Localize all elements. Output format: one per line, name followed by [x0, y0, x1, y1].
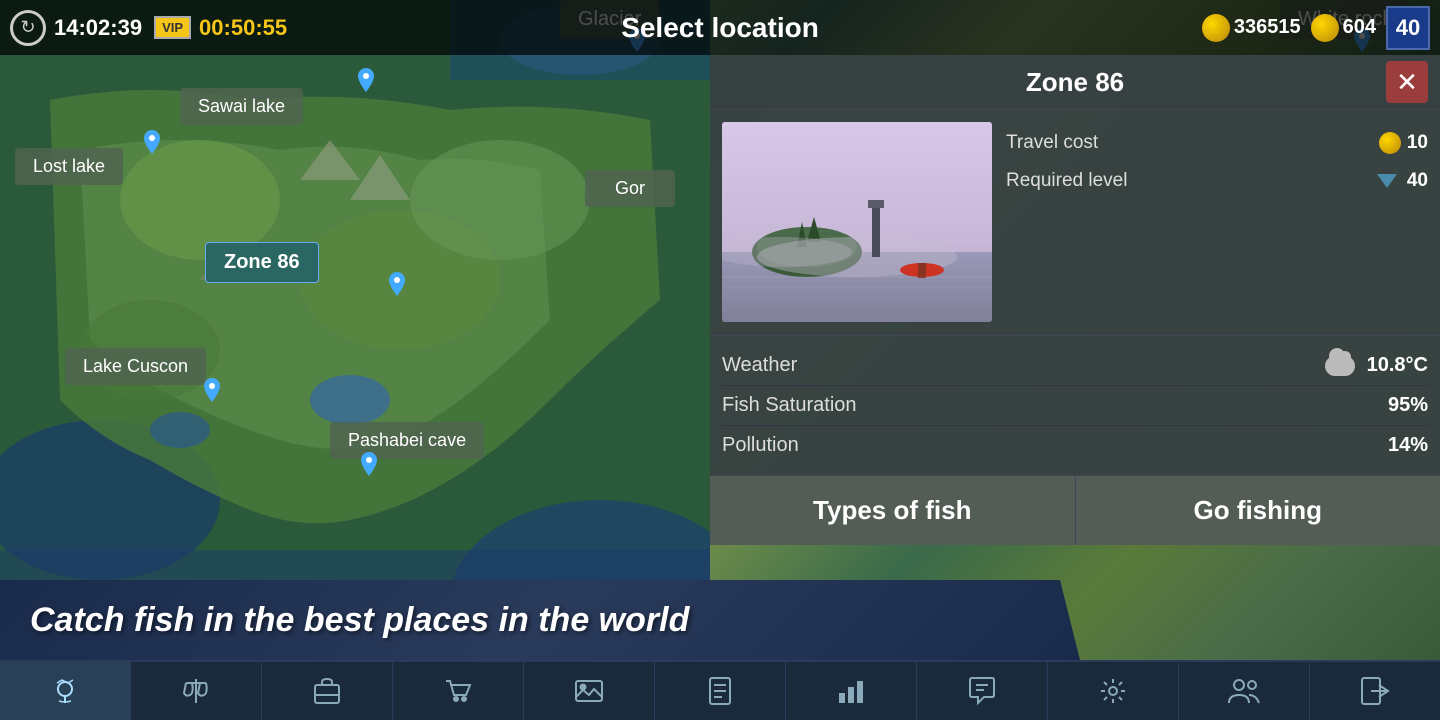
fish-saturation-label: Fish Saturation [722, 394, 857, 417]
nav-settings[interactable] [1048, 662, 1179, 720]
travel-cost-value: 10 [1379, 132, 1428, 154]
nav-gallery-icon [573, 675, 605, 707]
required-level-value: 40 [1377, 170, 1428, 192]
pin-zone86 [385, 272, 409, 304]
nav-stats-icon [835, 675, 867, 707]
time-display: 14:02:39 [54, 15, 142, 41]
pin-lost-lake [140, 130, 164, 162]
go-fishing-button[interactable]: Go fishing [1076, 476, 1440, 545]
nav-map[interactable] [0, 662, 131, 720]
location-gor[interactable]: Gor [585, 170, 675, 207]
nav-map-icon [49, 675, 81, 707]
nav-gallery[interactable] [524, 662, 655, 720]
sync-icon[interactable]: ↻ [10, 10, 46, 46]
pin-pashabei [357, 452, 381, 484]
nav-balance[interactable] [131, 662, 262, 720]
silver-currency: 336515 [1202, 14, 1301, 42]
gold-coin-icon [1311, 14, 1339, 42]
silver-amount: 336515 [1234, 16, 1301, 39]
top-bar: ↻ 14:02:39 VIP 00:50:55 Select location … [0, 0, 1440, 55]
zone-content: Travel cost 10 Required level 40 [710, 110, 1440, 335]
nav-settings-icon [1097, 675, 1129, 707]
nav-chat[interactable] [917, 662, 1048, 720]
location-sawai-lake[interactable]: Sawai lake [180, 88, 303, 125]
banner-text: Catch fish in the best places in the wor… [30, 601, 689, 640]
pin-cuscon [200, 378, 224, 410]
gold-currency: 604 [1311, 14, 1376, 42]
location-pashabei[interactable]: Pashabei cave [330, 422, 484, 459]
zone-title: Zone 86 [1026, 67, 1124, 98]
select-location-title: Select location [621, 12, 819, 44]
required-level-row: Required level 40 [1006, 164, 1428, 198]
zone-weather-section: Weather 10.8°C Fish Saturation 95% Pollu… [710, 335, 1440, 475]
bottom-nav [0, 660, 1440, 720]
travel-cost-label: Travel cost [1006, 132, 1098, 154]
nav-chat-icon [966, 675, 998, 707]
vip-badge: VIP [154, 16, 191, 39]
gold-amount: 604 [1343, 16, 1376, 39]
nav-shop-icon [442, 675, 474, 707]
zone-preview-svg [722, 122, 992, 322]
nav-friends[interactable] [1179, 662, 1310, 720]
weather-value: 10.8°C [1325, 354, 1428, 377]
zone-image [722, 122, 992, 322]
countdown-timer: 00:50:55 [199, 15, 287, 41]
nav-stats[interactable] [786, 662, 917, 720]
nav-friends-icon [1226, 675, 1262, 707]
pollution-row: Pollution 14% [722, 426, 1428, 465]
travel-cost-row: Travel cost 10 [1006, 126, 1428, 160]
pollution-label: Pollution [722, 434, 799, 457]
location-cuscon[interactable]: Lake Cuscon [65, 348, 206, 385]
player-level-badge: 40 [1386, 6, 1430, 50]
fish-saturation-value: 95% [1388, 394, 1428, 417]
nav-balance-icon [180, 675, 212, 707]
zone-stats: Travel cost 10 Required level 40 [1006, 122, 1428, 323]
nav-exit[interactable] [1310, 662, 1440, 720]
required-level-label: Required level [1006, 170, 1127, 192]
nav-exit-icon [1359, 675, 1391, 707]
nav-shop[interactable] [393, 662, 524, 720]
currency-area: 336515 604 40 [1202, 6, 1430, 50]
cloud-icon [1325, 356, 1355, 376]
location-zone86-label[interactable]: Zone 86 [205, 242, 319, 283]
nav-tasks[interactable] [655, 662, 786, 720]
weather-label: Weather [722, 354, 797, 377]
types-of-fish-button[interactable]: Types of fish [710, 476, 1076, 545]
silver-coin-icon [1202, 14, 1230, 42]
fish-saturation-row: Fish Saturation 95% [722, 386, 1428, 426]
bottom-banner: Catch fish in the best places in the wor… [0, 580, 1080, 660]
level-arrow-icon [1377, 174, 1397, 188]
zone-buttons: Types of fish Go fishing [710, 475, 1440, 545]
nav-briefcase[interactable] [262, 662, 393, 720]
pin-sawai [354, 68, 378, 100]
nav-briefcase-icon [311, 675, 343, 707]
travel-cost-coin-icon [1379, 132, 1401, 154]
location-lost-lake[interactable]: Lost lake [15, 148, 123, 185]
close-button[interactable]: ✕ [1386, 61, 1428, 103]
zone-panel: Zone 86 ✕ [710, 55, 1440, 545]
nav-tasks-icon [704, 675, 736, 707]
pollution-value: 14% [1388, 434, 1428, 457]
weather-row: Weather 10.8°C [722, 346, 1428, 386]
zone-panel-header: Zone 86 ✕ [710, 55, 1440, 110]
